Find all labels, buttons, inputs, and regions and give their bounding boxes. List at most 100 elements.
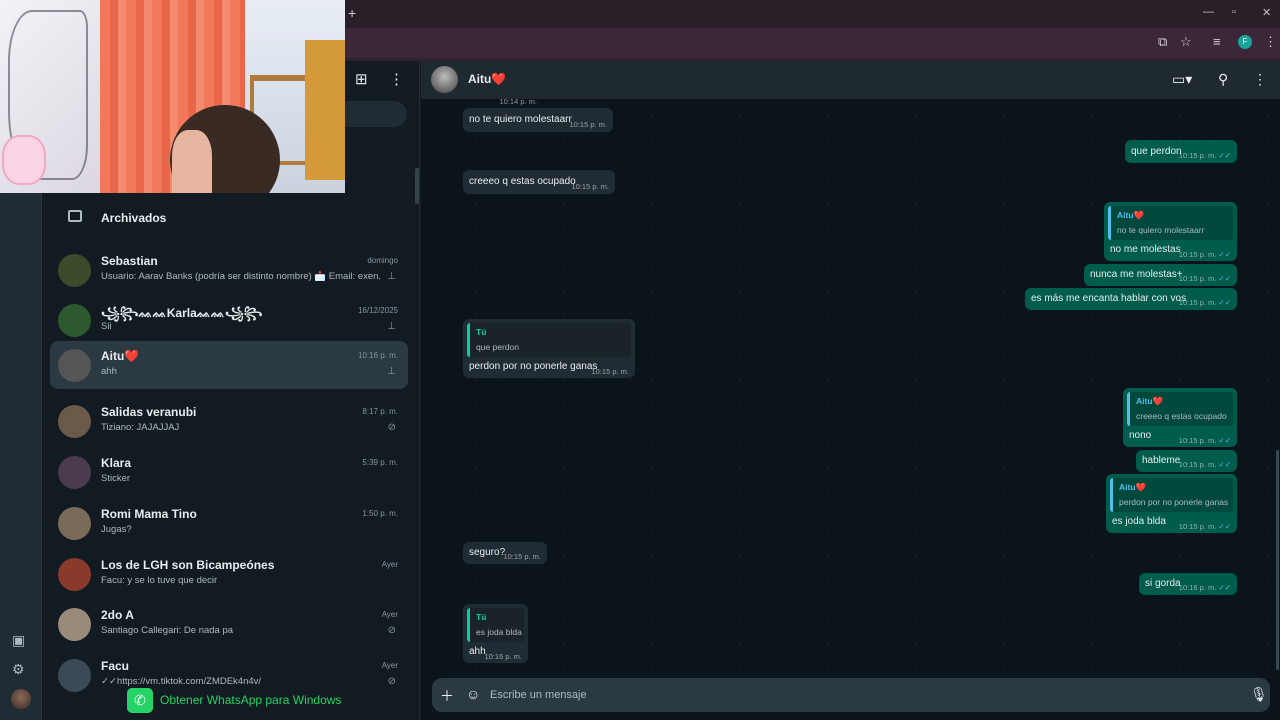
message-outgoing[interactable]: hableme 10:15 p. m. ✓✓ <box>1136 450 1237 472</box>
chat-preview: ✓✓https://vm.tiktok.com/ZMDEk4n4v/ <box>101 676 262 687</box>
chat-item[interactable]: Los de LGH son Bicampeónes Ayer Facu: y … <box>50 550 408 598</box>
message-incoming[interactable]: Tú que perdon perdon por no ponerle gana… <box>463 319 635 378</box>
media-control-icon[interactable]: ≡ <box>1213 34 1221 49</box>
media-gallery-icon[interactable]: ▣ <box>12 632 25 649</box>
read-ticks-icon: ✓✓ <box>1218 436 1231 445</box>
search-icon[interactable]: ⚲ <box>1218 71 1228 88</box>
get-app-link[interactable]: Obtener WhatsApp para Windows <box>160 693 341 707</box>
chat-item[interactable]: Sebastian domingo Usuario: Aarav Banks (… <box>50 246 408 294</box>
new-tab-button[interactable]: + <box>348 5 356 21</box>
message-text: ahh <box>469 646 486 657</box>
message-incoming[interactable]: no te quiero molestaarr 10:15 p. m. <box>463 108 613 132</box>
quote-text: es joda blda <box>476 627 522 637</box>
message-time: 10:15 p. m. ✓✓ <box>1179 436 1231 445</box>
quoted-message[interactable]: Tú que perdon <box>467 323 631 357</box>
chat-name: 2do A <box>101 608 134 622</box>
chat-list-scrollbar[interactable] <box>415 168 419 204</box>
message-text: hableme <box>1142 455 1181 466</box>
profile-avatar[interactable]: F <box>1238 35 1252 49</box>
read-ticks-icon: ✓✓ <box>1218 583 1231 592</box>
chat-item[interactable]: Facu Ayer ✓✓https://vm.tiktok.com/ZMDEk4… <box>50 651 408 699</box>
read-ticks-icon: ✓✓ <box>1218 460 1231 469</box>
new-chat-icon[interactable]: ⊞ <box>355 70 368 88</box>
message-incoming[interactable]: 10:14 p. m. <box>463 97 543 106</box>
chat-preview: Sticker <box>101 473 131 484</box>
chat-item[interactable]: Klara 5:39 p. m. Sticker <box>50 448 408 496</box>
chat-avatar <box>58 659 91 692</box>
microphone-icon[interactable]: 🎙 <box>1250 686 1268 703</box>
chat-time: Ayer <box>381 610 398 619</box>
contact-name[interactable]: Aitu❤️ <box>468 72 506 86</box>
message-incoming[interactable]: Tú es joda blda ahh 10:16 p. m. <box>463 604 528 663</box>
bookmark-star-icon[interactable]: ☆ <box>1180 34 1192 50</box>
chat-item[interactable]: Aitu❤️ 10:16 p. m. ahh ⊥ <box>50 341 408 389</box>
message-outgoing[interactable]: es más me encanta hablar con vos 10:15 p.… <box>1025 288 1237 310</box>
maximize-icon[interactable]: ▫ <box>1232 6 1236 18</box>
quoted-message[interactable]: Tú es joda blda <box>467 608 524 642</box>
panel-menu-icon[interactable]: ⋮ <box>389 70 404 88</box>
conversation-header[interactable] <box>421 61 1280 99</box>
message-outgoing[interactable]: Aitu❤️ creeeo q estas ocupado nono 10:15 … <box>1123 388 1237 447</box>
quoted-message[interactable]: Aitu❤️ perdon por no ponerle ganas <box>1110 478 1233 512</box>
conversation-menu-icon[interactable]: ⋮ <box>1253 71 1267 88</box>
message-timestamp: 10:15 p. m. <box>1178 298 1217 307</box>
chat-preview: Facu: y se lo tuve que decir <box>101 575 218 586</box>
message-incoming[interactable]: seguro? 10:15 p. m. <box>463 542 547 564</box>
chat-name: Facu <box>101 659 130 673</box>
contact-avatar[interactable] <box>431 66 458 93</box>
emoji-sticker-icon[interactable]: ☺ <box>466 686 480 702</box>
install-app-icon[interactable]: ⧉ <box>1158 34 1167 50</box>
message-timestamp: 10:15 p. m. <box>1178 522 1217 531</box>
quote-author: Aitu❤️ <box>1117 210 1145 220</box>
quoted-message[interactable]: Aitu❤️ no te quiero molestaarr <box>1108 206 1233 240</box>
chat-time: 5:39 p. m. <box>362 458 398 467</box>
message-time: 10:15 p. m. ✓✓ <box>1179 274 1231 283</box>
message-incoming[interactable]: creeeo q estas ocupado 10:15 p. m. <box>463 170 615 194</box>
message-outgoing[interactable]: Aitu❤️ no te quiero molestaarr no me mol… <box>1104 202 1237 261</box>
message-timestamp: 10:15 p. m. <box>571 182 609 191</box>
search-input[interactable] <box>345 101 407 127</box>
pin-icon: ⊥ <box>387 366 396 377</box>
quote-text: que perdon <box>476 342 520 352</box>
chat-avatar <box>58 608 91 641</box>
message-text: si gorda <box>1145 578 1181 589</box>
message-time: 10:15 p. m. <box>591 367 629 376</box>
video-call-icon[interactable]: ▭▾ <box>1172 71 1192 88</box>
archived-row[interactable]: Archivados <box>42 202 418 232</box>
message-time: 10:15 p. m. <box>503 552 541 561</box>
message-outgoing[interactable]: que perdon 10:15 p. m. ✓✓ <box>1125 140 1237 163</box>
attach-plus-icon[interactable]: ＋ <box>440 686 454 706</box>
chat-item[interactable]: 2do A Ayer Santiago Callegari: De nada p… <box>50 600 408 648</box>
message-time: 10:16 p. m. <box>484 652 522 661</box>
chat-item[interactable]: Salidas veranubi 8:17 p. m. Tiziano: JAJ… <box>50 397 408 445</box>
message-timestamp: 10:15 p. m. <box>591 367 629 376</box>
whatsapp-logo-icon[interactable]: ✆ <box>127 688 153 713</box>
message-outgoing[interactable]: Aitu❤️ perdon por no ponerle ganas es jo… <box>1106 474 1237 533</box>
archive-icon <box>68 210 82 222</box>
chat-name: Aitu❤️ <box>101 349 140 363</box>
settings-gear-icon[interactable]: ⚙ <box>12 661 25 678</box>
conversation-scrollbar[interactable] <box>1276 450 1279 670</box>
chat-time: 8:17 p. m. <box>362 407 398 416</box>
close-icon[interactable]: ✕ <box>1262 6 1271 19</box>
message-time: 10:15 p. m. ✓✓ <box>1179 460 1231 469</box>
quoted-message[interactable]: Aitu❤️ creeeo q estas ocupado <box>1127 392 1233 426</box>
chat-item[interactable]: ꧁꧂ᨐᨐKarlaᨐᨐ꧁꧂ 16/12/2025 Sii ⊥ <box>50 296 408 344</box>
message-input[interactable]: Escribe un mensaje <box>490 689 587 701</box>
message-time: 10:15 p. m. ✓✓ <box>1179 522 1231 531</box>
message-outgoing[interactable]: nunca me molestas+ 10:15 p. m. ✓✓ <box>1084 264 1237 286</box>
mute-icon: ⊘ <box>387 625 396 636</box>
chat-item[interactable]: Romi Mama Tino 1:50 p. m. Jugas? <box>50 499 408 547</box>
profile-avatar-rail[interactable] <box>11 689 31 709</box>
door <box>305 40 345 180</box>
browser-menu-icon[interactable]: ⋮ <box>1264 34 1277 50</box>
message-time: 10:14 p. m. <box>499 97 537 106</box>
quote-text: perdon por no ponerle ganas <box>1119 497 1229 507</box>
message-time: 10:15 p. m. <box>571 182 609 191</box>
minimize-icon[interactable]: — <box>1203 6 1214 18</box>
quote-text: creeeo q estas ocupado <box>1136 411 1227 421</box>
chat-preview: Tiziano: JAJAJJAJ <box>101 422 180 433</box>
message-text: no te quiero molestaarr <box>469 114 572 125</box>
browser-toolbar <box>345 28 1280 58</box>
message-outgoing[interactable]: si gorda 10:16 p. m. ✓✓ <box>1139 573 1237 595</box>
